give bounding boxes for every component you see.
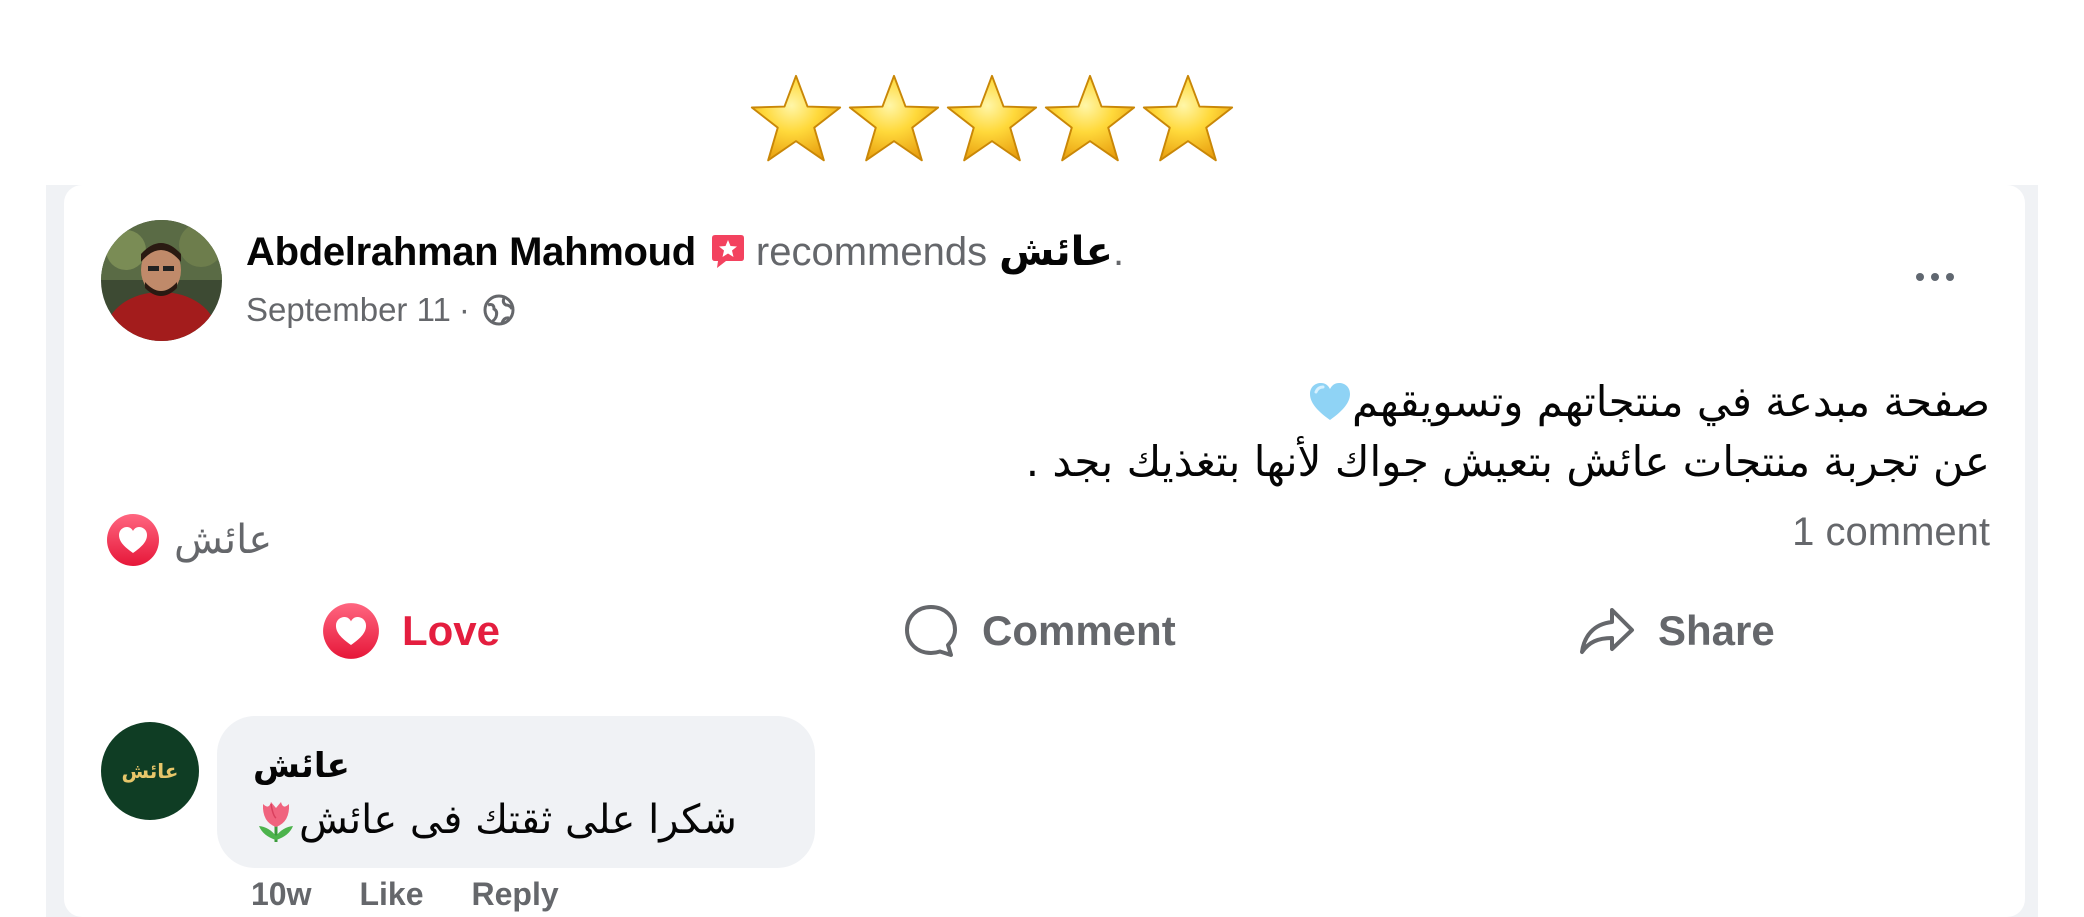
share-label: Share [1658,607,1775,654]
header-period: . [1113,229,1125,274]
love-reaction-icon [107,514,159,566]
author-avatar[interactable] [101,220,222,341]
post-meta: September 11 · [246,288,516,332]
reaction-by-name: عائش [174,517,273,563]
love-button[interactable]: Love [322,600,500,662]
comment-icon [905,605,957,657]
commenter-name[interactable]: عائش [253,746,350,786]
star-icon [1044,74,1136,162]
light-blue-heart-icon [1310,383,1351,420]
commenter-avatar[interactable]: عائش [101,722,199,820]
comment-time[interactable]: 10w [251,876,311,913]
reactions-summary[interactable]: عائش [106,513,272,567]
comment-bubble [217,716,815,868]
recommended-page-link[interactable]: عائش [999,229,1113,275]
star-icon [750,74,842,162]
star-icon [946,74,1038,162]
more-options-icon[interactable] [1905,262,1965,292]
comment-label: Comment [982,607,1176,654]
avatar-photo [101,220,222,341]
share-button[interactable]: Share [1578,600,1775,662]
love-label: Love [402,607,501,654]
comment-text: شكرا على ثقتك فى عائش [299,797,737,843]
share-icon [1580,608,1634,654]
recommends-icon [711,235,744,268]
comment-text-row: شكرا على ثقتك فى عائش [253,796,737,844]
star-icon [848,74,940,162]
author-name[interactable]: Abdelrahman Mahmoud [246,230,696,275]
post-text-line-1: صفحة مبدعة في منتجاتهم وتسويقهم [690,372,1990,432]
comment-count[interactable]: 1 comment [1792,510,1990,555]
globe-icon [483,294,515,326]
star-icon [1142,74,1234,162]
love-icon [323,603,379,659]
tulip-icon [259,802,293,842]
star-rating [748,60,1236,185]
comment-actions: 10w Like Reply [251,876,607,913]
page: Abdelrahman Mahmoud recommends عائش . Se… [0,0,2084,917]
post-text-line-1-text: صفحة مبدعة في منتجاتهم وتسويقهم [1352,377,1990,426]
comment-reply-button[interactable]: Reply [472,876,559,913]
post-body: صفحة مبدعة في منتجاتهم وتسويقهم عن تجربة… [690,372,1990,492]
comment-like-button[interactable]: Like [359,876,423,913]
meta-separator: · [458,291,470,328]
post-text-line-2: عن تجربة منتجات عائش بتعيش جواك لأنها بت… [1025,437,1990,486]
commenter-avatar-logo: عائش [121,759,179,783]
post-header: Abdelrahman Mahmoud recommends عائش . [246,226,1124,278]
post-date[interactable]: September 11 [246,291,451,329]
recommends-text: recommends [755,229,988,274]
comment-button[interactable]: Comment [902,600,1176,662]
